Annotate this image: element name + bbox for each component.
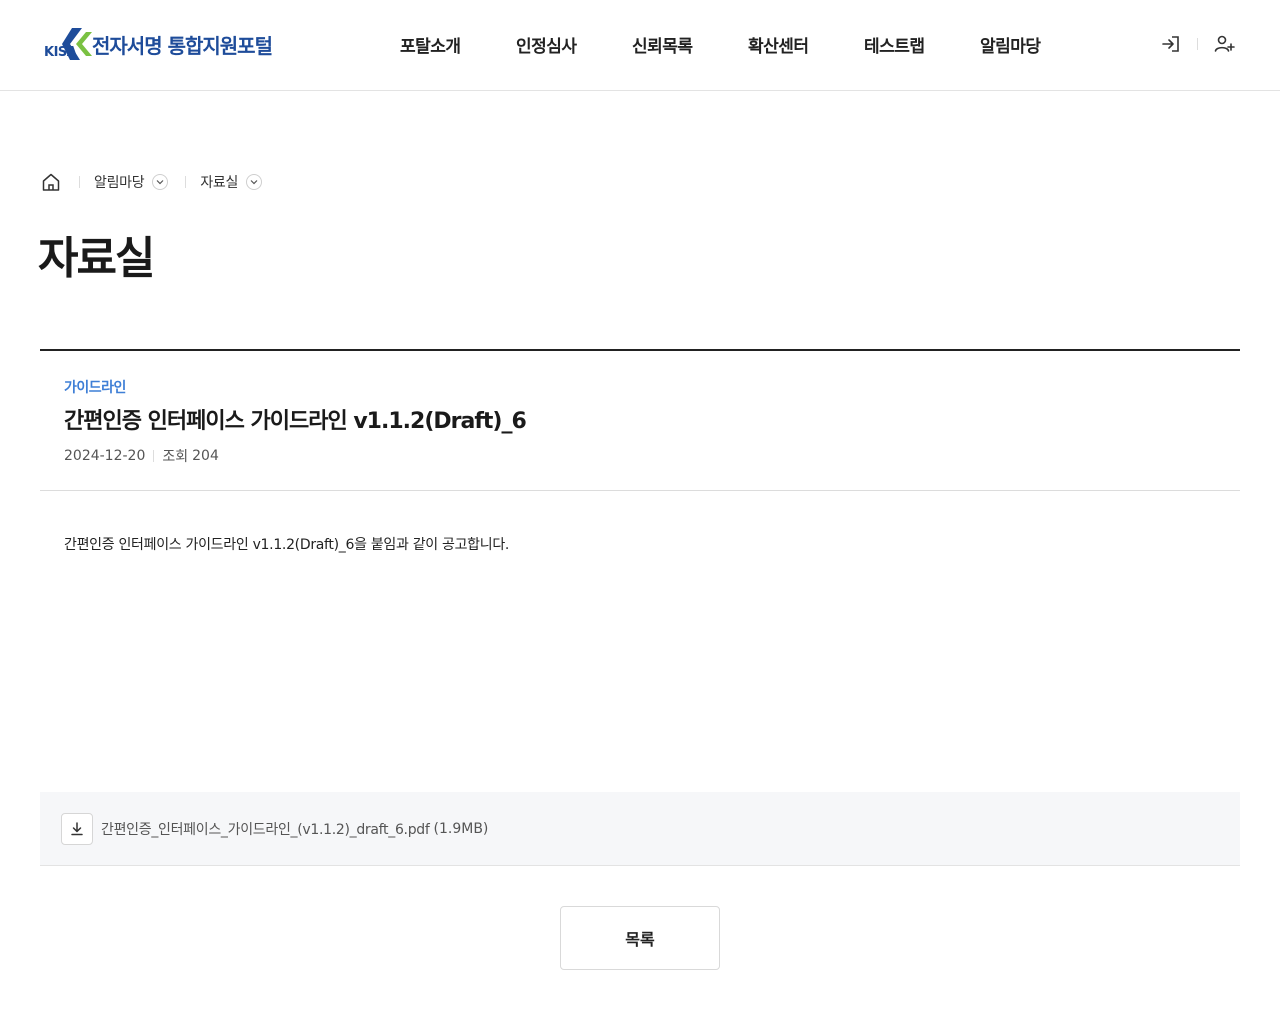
attachment-file-size: (1.9MB) — [433, 820, 489, 837]
nav-item-certification-review[interactable]: 인정심사 — [516, 32, 632, 57]
page-title: 자료실 — [38, 233, 155, 284]
util-divider — [1197, 38, 1198, 50]
attachment-file-name[interactable]: 간편인증_인터페이스_가이드라인_(v1.1.2)_draft_6.pdf — [101, 819, 430, 839]
nav-item-notice[interactable]: 알림마당 — [980, 32, 1096, 57]
download-icon — [71, 821, 83, 835]
meta-divider — [153, 450, 155, 462]
site-header: KISA 전자서명 통합지원포털 포탈소개 인정심사 신뢰목록 확산센터 테스트… — [0, 0, 1280, 91]
main-nav: 포탈소개 인정심사 신뢰목록 확산센터 테스트랩 알림마당 — [400, 32, 1096, 57]
chevron-down-icon — [152, 174, 169, 190]
attachment-bar: 간편인증_인터페이스_가이드라인_(v1.1.2)_draft_6.pdf (1… — [40, 792, 1240, 866]
breadcrumb-label: 자료실 — [200, 175, 239, 191]
views-count: 204 — [192, 448, 219, 464]
post-body: 간편인증 인터페이스 가이드라인 v1.1.2(Draft)_6을 붙임과 같이… — [64, 537, 510, 553]
kisa-chevron-icon — [62, 28, 92, 60]
login-button[interactable] — [1159, 32, 1183, 56]
home-icon — [42, 173, 60, 191]
post-date: 2024-12-20 — [64, 448, 146, 464]
breadcrumb-divider — [79, 176, 80, 188]
nav-item-expansion-center[interactable]: 확산센터 — [748, 32, 864, 57]
breadcrumb-label: 알림마당 — [94, 175, 145, 191]
download-button[interactable] — [61, 812, 93, 845]
post-title: 간편인증 인터페이스 가이드라인 v1.1.2(Draft)_6 — [64, 409, 527, 434]
header-utility — [1159, 32, 1236, 56]
nav-item-portal-intro[interactable]: 포탈소개 — [400, 32, 516, 57]
chevron-down-icon — [246, 174, 263, 190]
post-header: 가이드라인 간편인증 인터페이스 가이드라인 v1.1.2(Draft)_6 2… — [40, 351, 1240, 491]
signup-button[interactable] — [1212, 32, 1236, 56]
breadcrumb-item-library[interactable]: 자료실 — [200, 172, 263, 192]
site-logo[interactable]: KISA 전자서명 통합지원포털 — [42, 26, 273, 62]
breadcrumb-home[interactable] — [40, 171, 62, 193]
site-name: 전자서명 통합지원포털 — [92, 33, 273, 58]
post-meta: 2024-12-20 조회 204 — [64, 446, 219, 466]
breadcrumb-divider — [185, 176, 187, 188]
post-category: 가이드라인 — [64, 380, 126, 396]
list-button[interactable]: 목록 — [560, 906, 720, 970]
login-icon — [1162, 36, 1179, 52]
nav-item-test-lab[interactable]: 테스트랩 — [864, 32, 980, 57]
user-add-icon — [1214, 35, 1235, 52]
breadcrumb-item-notice[interactable]: 알림마당 — [94, 172, 169, 192]
nav-item-trust-list[interactable]: 신뢰목록 — [632, 32, 748, 57]
views-label: 조회 — [162, 449, 189, 465]
breadcrumb: 알림마당 자료실 — [40, 171, 263, 193]
kisa-logo-mark: KISA — [42, 26, 94, 62]
